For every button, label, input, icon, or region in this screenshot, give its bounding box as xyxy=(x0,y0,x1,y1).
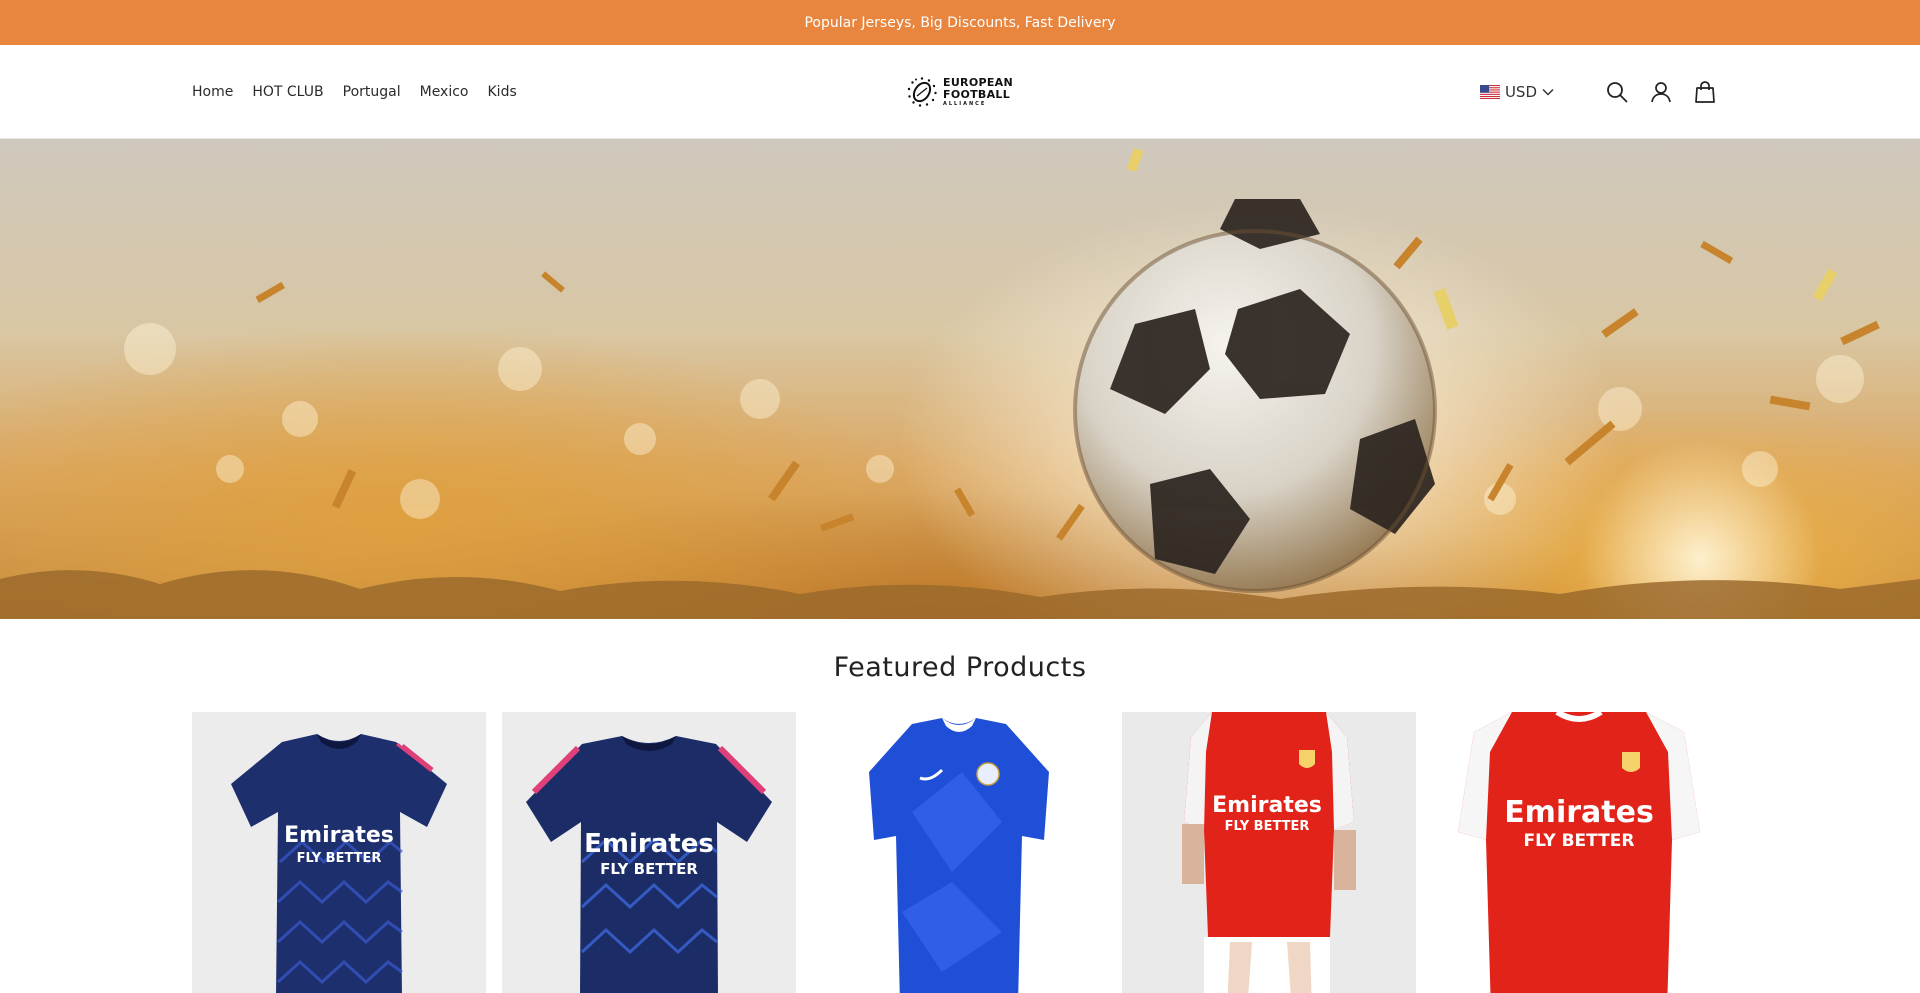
jersey-print-line-2: FLY BETTER xyxy=(1524,831,1635,851)
nav-item-mexico[interactable]: Mexico xyxy=(420,84,469,100)
product-card[interactable]: Emirates FLY BETTER xyxy=(1432,712,1726,993)
jersey-print-line-1: Emirates xyxy=(284,823,394,848)
logo-line-2: FOOTBALL xyxy=(943,87,1011,101)
jersey-print-line-1: Emirates xyxy=(1212,793,1322,818)
account-icon xyxy=(1651,82,1671,103)
cart-button[interactable] xyxy=(1692,79,1718,105)
featured-products-grid: Emirates FLY BETTER Emirates FLY BETTER xyxy=(192,712,1726,993)
product-image-chelsea-jersey xyxy=(869,718,1049,993)
nav-item-kids[interactable]: Kids xyxy=(488,84,517,100)
logo-line-3: ALLIANCE xyxy=(943,100,987,107)
site-logo[interactable]: EUROPEAN FOOTBALL ALLIANCE xyxy=(906,73,1013,111)
product-image-navy-jersey: Emirates FLY BETTER xyxy=(231,734,447,993)
nav-item-hot-club[interactable]: HOT CLUB xyxy=(252,84,323,100)
currency-selector[interactable]: USD xyxy=(1479,83,1554,101)
product-image-navy-jersey: Emirates FLY BETTER xyxy=(526,736,772,993)
product-card[interactable]: Emirates FLY BETTER xyxy=(192,712,486,993)
main-nav: Home HOT CLUB Portugal Mexico Kids xyxy=(192,45,517,139)
jersey-print-line-2: FLY BETTER xyxy=(600,860,698,878)
announcement-bar: Popular Jerseys, Big Discounts, Fast Del… xyxy=(0,0,1920,45)
us-flag-icon xyxy=(1479,85,1500,99)
jersey-print-line-1: Emirates xyxy=(584,829,714,859)
product-card[interactable]: Emirates FLY BETTER xyxy=(1122,712,1416,993)
logo-line-1: EUROPEAN xyxy=(943,75,1013,89)
search-icon xyxy=(1607,82,1628,103)
header-utilities: USD xyxy=(1479,45,1718,139)
product-image-arsenal-kid-jersey: Emirates FLY BETTER xyxy=(1122,712,1416,993)
featured-products-title: Featured Products xyxy=(833,652,1087,683)
product-card[interactable] xyxy=(812,712,1106,993)
product-card[interactable]: Emirates FLY BETTER xyxy=(502,712,796,993)
account-button[interactable] xyxy=(1648,79,1674,105)
announcement-text: Popular Jerseys, Big Discounts, Fast Del… xyxy=(804,14,1116,31)
jersey-print-line-2: FLY BETTER xyxy=(297,851,382,866)
logo-wordmark: EUROPEAN FOOTBALL ALLIANCE xyxy=(943,75,1013,108)
jersey-print-line-1: Emirates xyxy=(1504,795,1654,830)
chevron-down-icon xyxy=(1542,88,1554,96)
jersey-print-line-2: FLY BETTER xyxy=(1225,819,1310,834)
logo-emblem-icon xyxy=(907,77,937,107)
product-image-arsenal-jersey: Emirates FLY BETTER xyxy=(1458,712,1700,993)
currency-label: USD xyxy=(1504,83,1537,101)
hero-banner[interactable] xyxy=(0,139,1920,619)
search-button[interactable] xyxy=(1604,79,1630,105)
cart-icon xyxy=(1695,81,1715,103)
hero-image xyxy=(0,147,1920,619)
nav-item-home[interactable]: Home xyxy=(192,84,233,100)
site-header: Home HOT CLUB Portugal Mexico Kids EUROP… xyxy=(0,45,1920,139)
nav-item-portugal[interactable]: Portugal xyxy=(343,84,401,100)
